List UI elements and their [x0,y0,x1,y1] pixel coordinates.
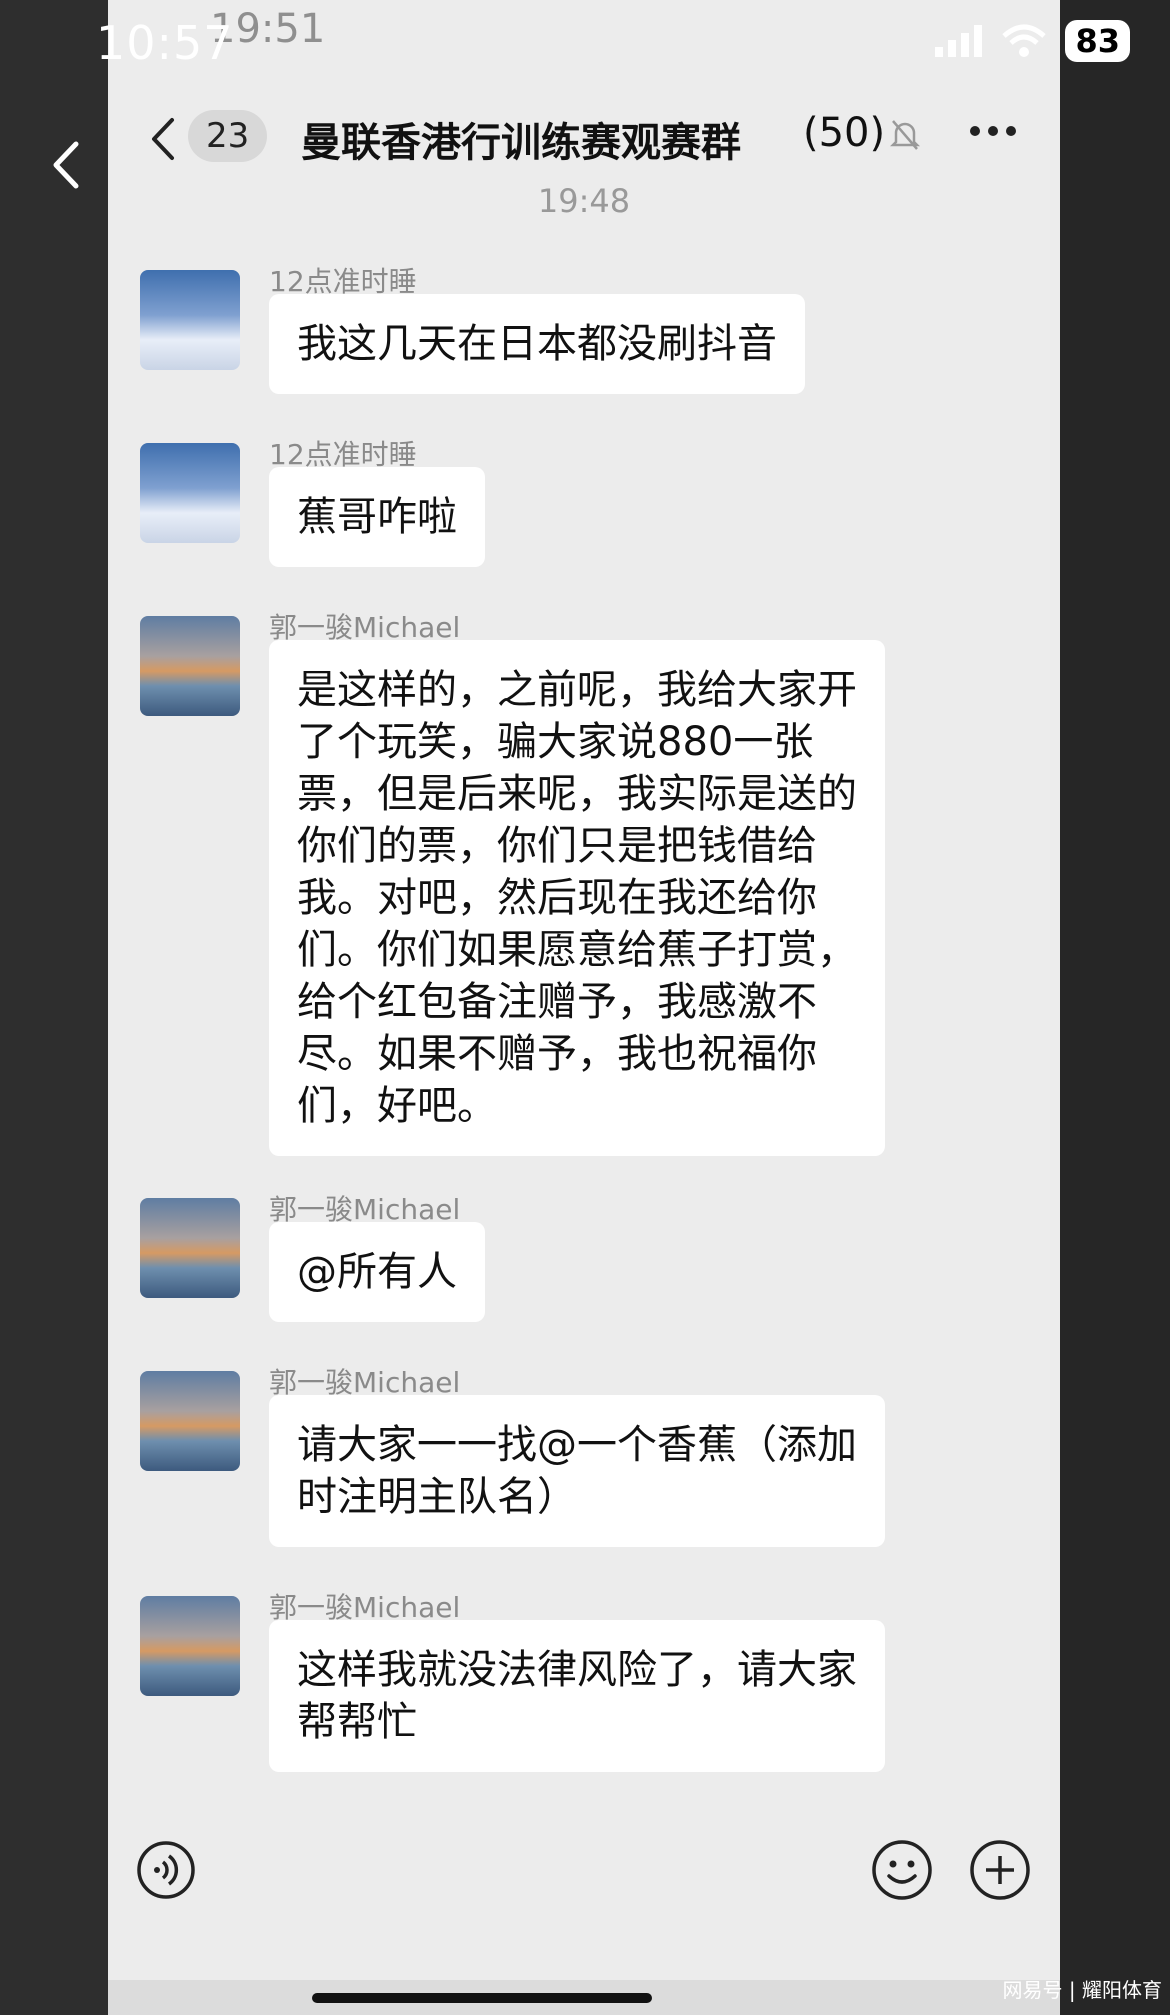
left-backdrop [0,0,108,2015]
bell-off-icon [890,120,920,150]
home-indicator[interactable] [312,1993,652,2003]
member-count: (50) [803,110,886,156]
message-bubble[interactable]: 我这几天在日本都没刷抖音 [269,294,805,394]
message-bubble[interactable]: 蕉哥咋啦 [269,467,485,567]
signal-icon [935,25,983,57]
avatar[interactable] [140,1596,240,1696]
input-bar [108,1830,1060,1930]
voice-icon[interactable] [136,1840,196,1900]
watermark: 网易号 | 耀阳体育 [1002,1978,1162,2002]
status-indicators: 83 [933,20,1130,62]
message-bubble[interactable]: @所有人 [269,1222,485,1322]
status-time: 10:57 [96,16,234,70]
emoji-icon[interactable] [870,1838,934,1902]
unread-count-badge[interactable]: 23 [188,110,268,162]
avatar[interactable] [140,443,240,543]
avatar[interactable] [140,1198,240,1298]
avatar[interactable] [140,616,240,716]
message-bubble[interactable]: 这样我就没法律风险了，请大家 帮帮忙 [269,1620,885,1772]
back-chevron-icon[interactable] [148,114,178,164]
avatar[interactable] [140,1371,240,1471]
message-bubble[interactable]: 是这样的，之前呢，我给大家开 了个玩笑，骗大家说880一张 票，但是后来呢，我实… [269,640,885,1156]
chat-header: 23 曼联香港行训练赛观赛群 (50) [108,100,1060,180]
message-bubble[interactable]: 请大家一一找@一个香蕉（添加 时注明主队名） [269,1395,885,1547]
avatar[interactable] [140,270,240,370]
outer-back-icon[interactable] [50,140,80,190]
group-title: 曼联香港行训练赛观赛群 [301,120,741,166]
chat-screen: 23 曼联香港行训练赛观赛群 (50) 19:48 12点准时睡 我这几天在日本… [108,0,1060,2015]
wifi-icon [1002,24,1047,57]
time-separator: 19:48 [537,182,631,220]
battery-level: 83 [1065,20,1130,62]
plus-icon[interactable] [968,1838,1032,1902]
right-backdrop [1060,0,1170,2015]
more-dots-icon[interactable] [968,124,1018,138]
